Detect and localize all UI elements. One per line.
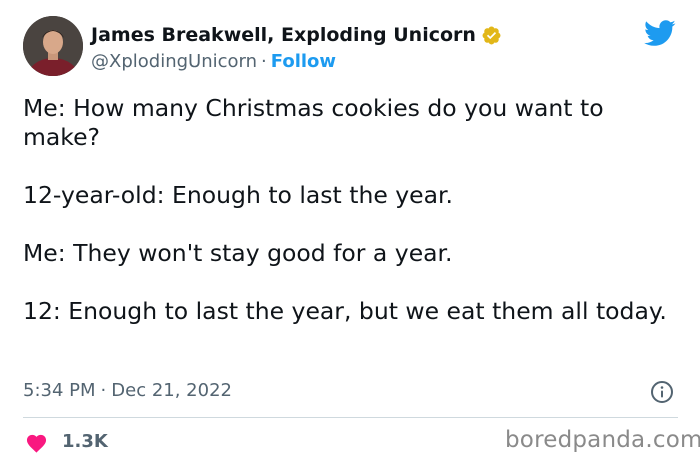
separator-dot: · [100, 380, 107, 401]
tweet-date: Dec 21, 2022 [111, 380, 232, 401]
handle-row: @XplodingUnicorn · Follow [91, 51, 336, 72]
tweet-time: 5:34 PM [23, 380, 96, 401]
verified-badge-icon [482, 26, 501, 45]
avatar[interactable] [23, 16, 83, 76]
heart-icon[interactable] [25, 432, 48, 453]
twitter-bird-icon[interactable] [644, 20, 676, 47]
follow-button[interactable]: Follow [271, 51, 336, 72]
divider [23, 417, 678, 418]
tweet-text: Me: How many Christmas cookies do you wa… [23, 94, 667, 325]
like-count[interactable]: 1.3K [62, 431, 108, 452]
author-handle[interactable]: @XplodingUnicorn [91, 51, 257, 72]
tweet-card: James Breakwell, Exploding Unicorn @Xplo… [0, 0, 700, 471]
info-icon[interactable] [650, 380, 674, 404]
timestamp[interactable]: 5:34 PM · Dec 21, 2022 [23, 380, 232, 401]
watermark: boredpanda.com [505, 427, 700, 453]
author-display-name[interactable]: James Breakwell, Exploding Unicorn [91, 24, 476, 46]
separator-dot: · [261, 51, 267, 72]
